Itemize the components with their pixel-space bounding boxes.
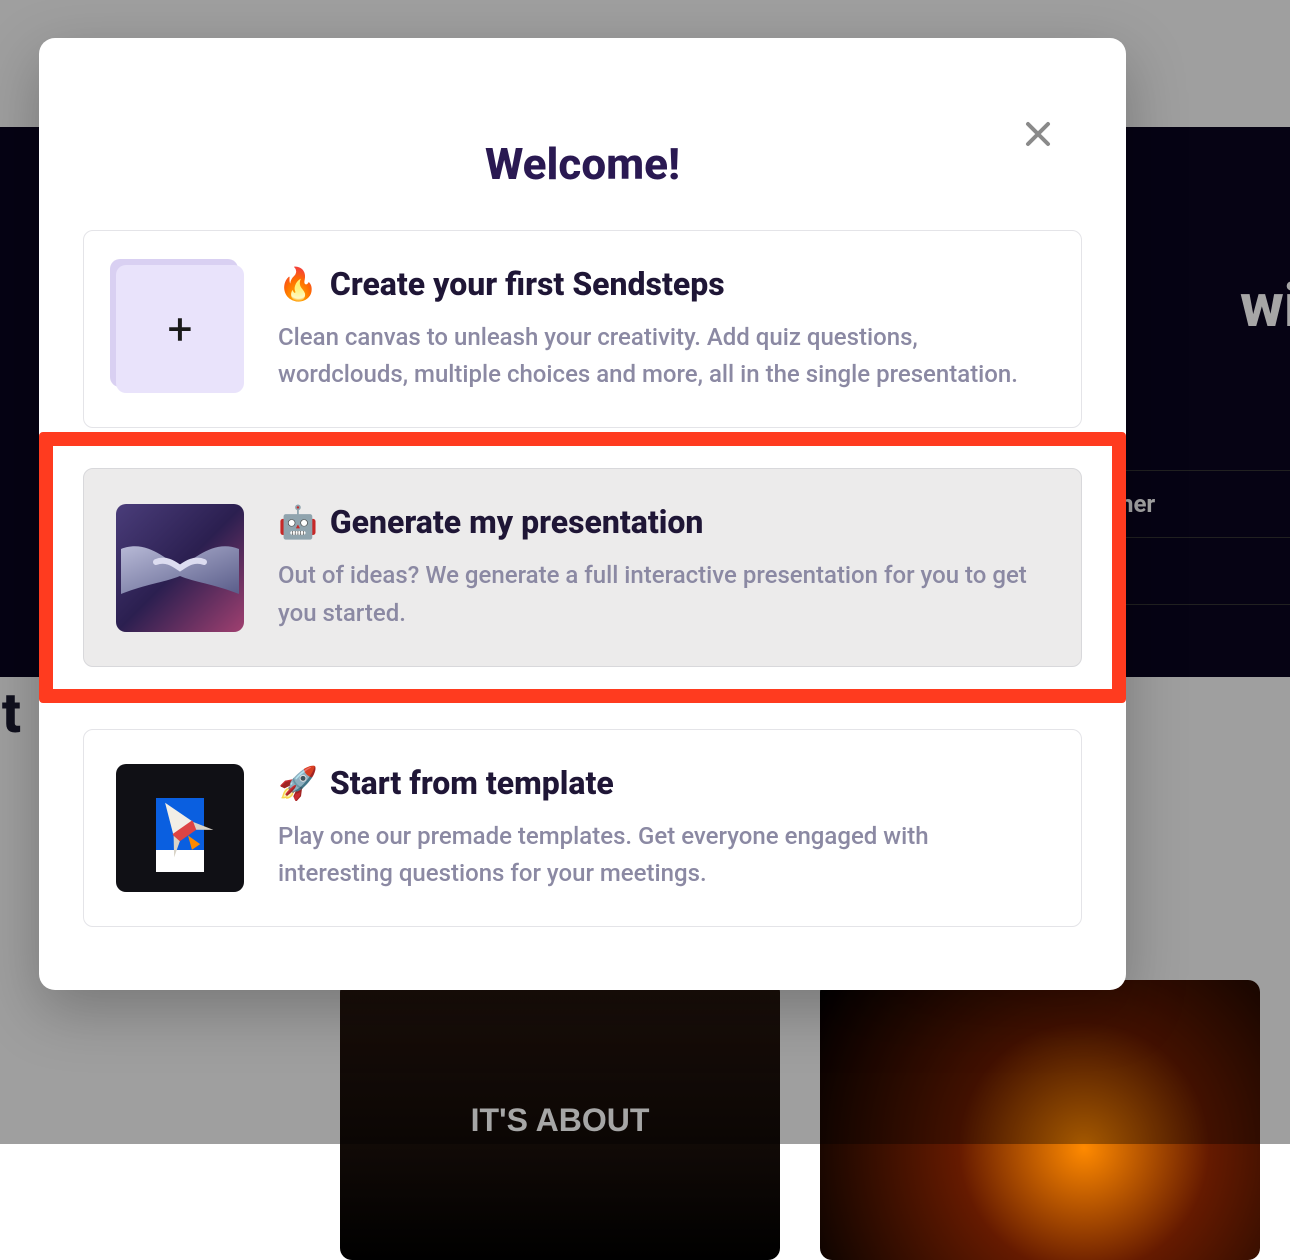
option-generate-presentation[interactable]: 🤖 Generate my presentation Out of ideas?… bbox=[83, 468, 1082, 666]
handshake-icon bbox=[116, 504, 244, 632]
option-create-first[interactable]: + 🔥 Create your first Sendsteps Clean ca… bbox=[83, 230, 1082, 428]
welcome-modal: Welcome! + 🔥 Create your first Sendsteps… bbox=[39, 38, 1126, 990]
close-button[interactable] bbox=[1018, 114, 1058, 154]
rocket-emoji-icon: 🚀 bbox=[278, 764, 318, 802]
option-start-template[interactable]: 🚀 Start from template Play one our prema… bbox=[83, 729, 1082, 927]
option-thumb-plus: + bbox=[116, 265, 244, 393]
close-icon bbox=[1023, 119, 1053, 149]
option-title: 🤖 Generate my presentation bbox=[278, 503, 1049, 541]
option-title: 🚀 Start from template bbox=[278, 764, 1049, 802]
option-title-text: Create your first Sendsteps bbox=[330, 265, 725, 303]
highlight-frame: 🤖 Generate my presentation Out of ideas?… bbox=[39, 432, 1126, 702]
option-description: Clean canvas to unleash your creativity.… bbox=[278, 319, 1049, 393]
option-description: Play one our premade templates. Get ever… bbox=[278, 818, 1049, 892]
plus-icon: + bbox=[168, 303, 193, 355]
option-text: 🤖 Generate my presentation Out of ideas?… bbox=[278, 503, 1049, 631]
robot-icon: 🤖 bbox=[278, 503, 318, 541]
option-text: 🔥 Create your first Sendsteps Clean canv… bbox=[278, 265, 1049, 393]
option-description: Out of ideas? We generate a full interac… bbox=[278, 557, 1049, 631]
option-thumb-ai-handshake bbox=[116, 504, 244, 632]
modal-title: Welcome! bbox=[83, 138, 1082, 190]
option-text: 🚀 Start from template Play one our prema… bbox=[278, 764, 1049, 892]
option-title-text: Start from template bbox=[330, 764, 614, 802]
option-thumb-rocket bbox=[116, 764, 244, 892]
rocket-icon bbox=[116, 764, 244, 892]
options-list: + 🔥 Create your first Sendsteps Clean ca… bbox=[83, 230, 1082, 927]
option-title: 🔥 Create your first Sendsteps bbox=[278, 265, 1049, 303]
option-title-text: Generate my presentation bbox=[330, 503, 704, 541]
fire-icon: 🔥 bbox=[278, 265, 318, 303]
